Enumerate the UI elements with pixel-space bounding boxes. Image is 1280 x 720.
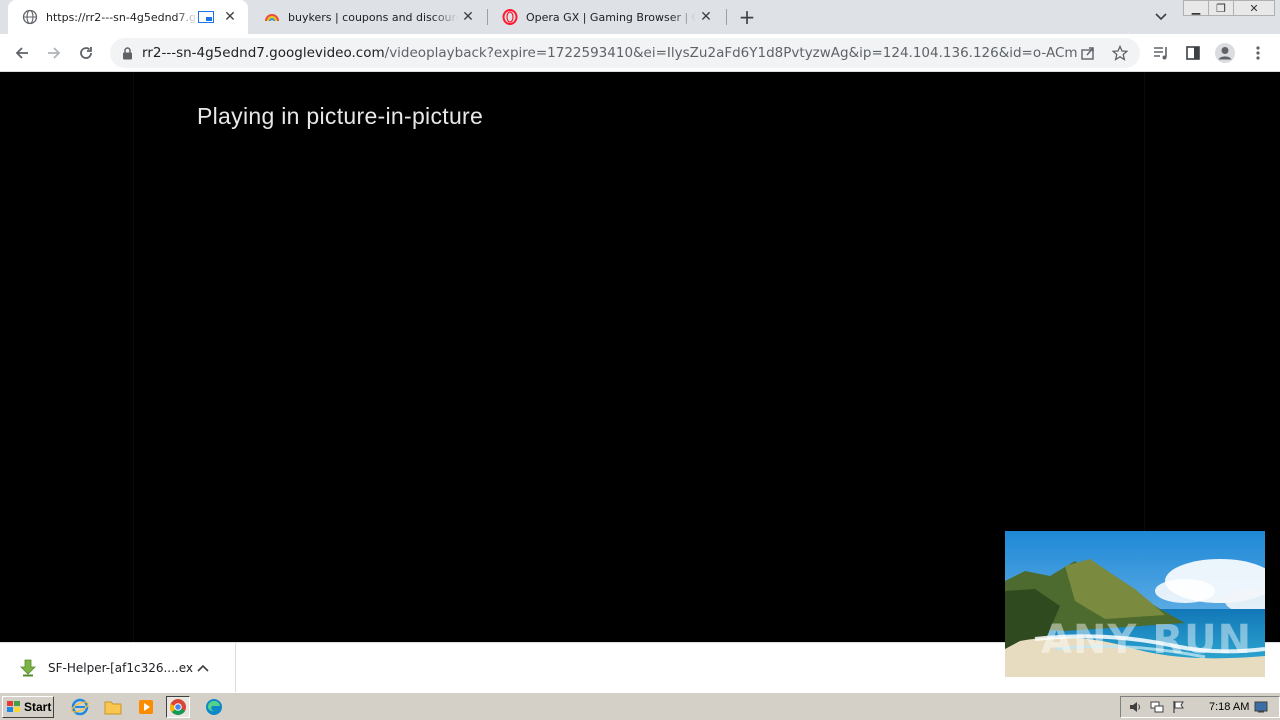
lock-icon[interactable] bbox=[120, 46, 134, 60]
internet-explorer-icon[interactable] bbox=[70, 697, 90, 717]
tab-separator bbox=[726, 9, 727, 25]
tab-close-icon[interactable]: ✕ bbox=[220, 7, 240, 27]
tab-title: buykers | coupons and discount codes bbox=[288, 10, 458, 24]
kebab-menu-icon[interactable] bbox=[1246, 41, 1270, 65]
tab-title: Opera GX | Gaming Browser | Opera bbox=[526, 10, 696, 24]
side-panel-icon[interactable] bbox=[1181, 41, 1205, 65]
start-button[interactable]: Start bbox=[2, 696, 54, 718]
rainbow-icon bbox=[264, 9, 280, 25]
browser-toolbar: rr2---sn-4g5ednd7.googlevideo.com/videop… bbox=[0, 34, 1280, 72]
download-file-icon bbox=[18, 659, 38, 677]
url-text[interactable]: rr2---sn-4g5ednd7.googlevideo.com/videop… bbox=[142, 45, 1077, 61]
show-desktop-icon[interactable] bbox=[1253, 699, 1269, 715]
download-filename: SF-Helper-[af1c326....exe bbox=[48, 661, 193, 675]
share-icon[interactable] bbox=[1078, 43, 1098, 63]
start-label: Start bbox=[24, 700, 52, 714]
picture-in-picture-window[interactable]: ANY RUN bbox=[1005, 531, 1265, 677]
media-controls-icon[interactable] bbox=[1149, 41, 1173, 65]
new-tab-button[interactable]: + bbox=[736, 5, 758, 29]
windows-logo-icon bbox=[7, 701, 20, 712]
tab-strip: https://rr2---sn-4g5ednd7.googlevideo.co… bbox=[0, 0, 1280, 34]
tab-search-chevron-icon[interactable] bbox=[1150, 6, 1172, 28]
back-button[interactable] bbox=[10, 41, 34, 65]
chevron-up-icon[interactable] bbox=[193, 664, 213, 672]
tab-opera-gx[interactable]: Opera GX | Gaming Browser | Opera ✕ bbox=[488, 0, 724, 34]
pip-status-message: Playing in picture-in-picture bbox=[197, 103, 484, 129]
reload-button[interactable] bbox=[74, 41, 98, 65]
address-bar[interactable]: rr2---sn-4g5ednd7.googlevideo.com/videop… bbox=[110, 38, 1140, 68]
file-explorer-icon[interactable] bbox=[103, 697, 123, 717]
taskbar-clock: 7:18 AM bbox=[1209, 701, 1250, 713]
restore-button[interactable]: ❐ bbox=[1208, 0, 1234, 16]
action-center-flag-icon[interactable] bbox=[1171, 699, 1187, 715]
windows-taskbar: Start 7:18 AM bbox=[0, 692, 1280, 720]
tab-close-icon[interactable]: ✕ bbox=[458, 7, 478, 27]
picture-in-picture-icon[interactable] bbox=[198, 11, 214, 23]
opera-icon bbox=[502, 9, 518, 25]
media-player-icon[interactable] bbox=[136, 697, 156, 717]
tab-videoplayback[interactable]: https://rr2---sn-4g5ednd7.googlevideo.co… bbox=[8, 0, 248, 34]
profile-avatar-icon[interactable] bbox=[1213, 41, 1237, 65]
bookmark-star-icon[interactable] bbox=[1110, 43, 1130, 63]
window-close-button[interactable]: ✕ bbox=[1233, 0, 1275, 16]
tab-title: https://rr2---sn-4g5ednd7.googlevideo.co… bbox=[46, 10, 198, 24]
edge-icon[interactable] bbox=[204, 697, 224, 717]
video-player[interactable] bbox=[133, 72, 1145, 642]
globe-icon bbox=[22, 9, 38, 25]
anyrun-watermark: ANY RUN bbox=[1041, 617, 1253, 663]
tab-close-icon[interactable]: ✕ bbox=[696, 7, 716, 27]
download-item[interactable]: SF-Helper-[af1c326....exe bbox=[0, 643, 236, 693]
network-icon[interactable] bbox=[1149, 699, 1165, 715]
chrome-taskbar-icon[interactable] bbox=[166, 696, 190, 718]
tab-buykers[interactable]: buykers | coupons and discount codes ✕ bbox=[250, 0, 486, 34]
minimize-button[interactable]: ▁ bbox=[1183, 0, 1209, 16]
volume-icon[interactable] bbox=[1127, 699, 1143, 715]
forward-button[interactable] bbox=[42, 41, 66, 65]
system-tray bbox=[1120, 696, 1280, 718]
